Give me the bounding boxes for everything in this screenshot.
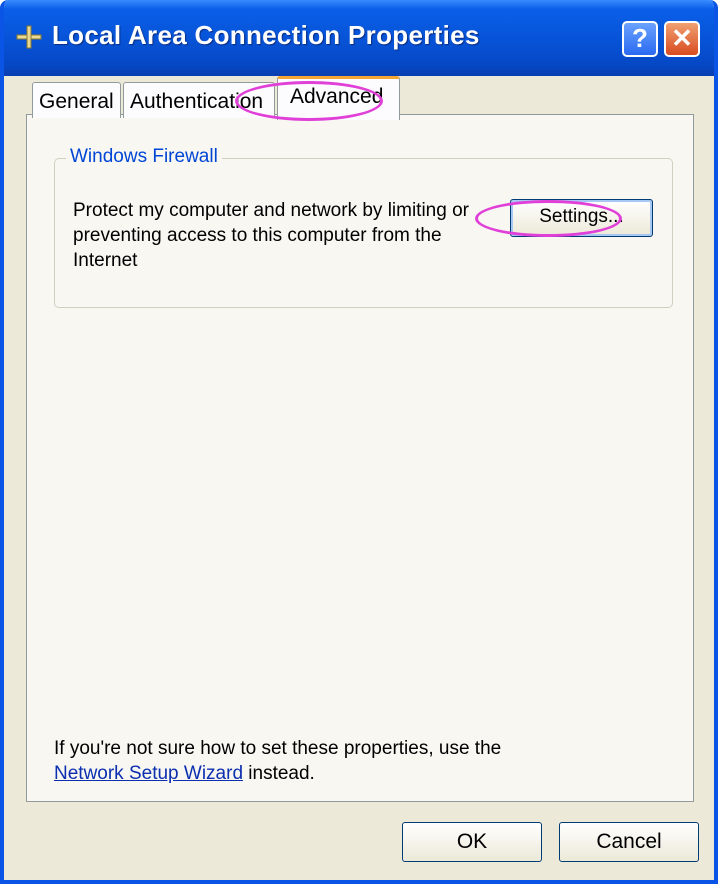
firewall-description: Protect my computer and network by limit… xyxy=(73,200,469,271)
group-legend: Windows Firewall xyxy=(66,146,222,168)
ok-button[interactable]: OK xyxy=(402,822,542,862)
network-connection-icon xyxy=(16,25,42,49)
title-bar[interactable]: Local Area Connection Properties ? ✕ xyxy=(4,0,714,76)
close-button[interactable]: ✕ xyxy=(664,21,700,57)
window-title: Local Area Connection Properties xyxy=(52,20,480,50)
footer-note-prefix: If you're not sure how to set these prop… xyxy=(54,738,502,759)
footer-note-suffix: instead. xyxy=(243,763,315,784)
help-button[interactable]: ? xyxy=(622,21,658,57)
tab-general[interactable]: General xyxy=(32,82,121,118)
tab-advanced[interactable]: Advanced xyxy=(277,76,400,120)
network-setup-wizard-link[interactable]: Network Setup Wizard xyxy=(54,763,243,784)
properties-dialog: Local Area Connection Properties ? ✕ Gen… xyxy=(0,0,718,884)
tab-authentication[interactable]: Authentication xyxy=(123,82,275,118)
footer-note: If you're not sure how to set these prop… xyxy=(54,736,554,786)
cancel-button[interactable]: Cancel xyxy=(559,822,699,862)
settings-button[interactable]: Settings... xyxy=(510,199,653,237)
